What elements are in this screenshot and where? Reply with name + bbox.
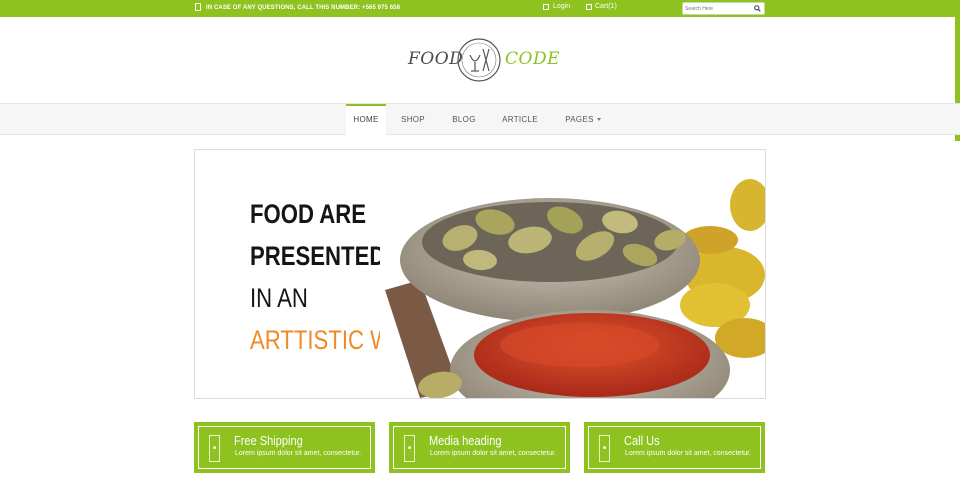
phone-icon: [195, 3, 201, 11]
media-icon: ■: [404, 435, 415, 462]
spices-image: [380, 160, 765, 398]
feature-description: Lorem ipsum dolor sit amet, consectetur.: [625, 450, 752, 457]
top-bar: IN CASE OF ANY QUESTIONS, CALL THIS NUMB…: [0, 0, 960, 17]
feature-description: Lorem ipsum dolor sit amet, consectetur.: [430, 450, 557, 457]
search-input[interactable]: [685, 4, 747, 14]
contact-phone-text: IN CASE OF ANY QUESTIONS, CALL THIS NUMB…: [206, 5, 401, 11]
feature-box-frame: ■ Call Us Lorem ipsum dolor sit amet, co…: [588, 426, 761, 469]
feature-description: Lorem ipsum dolor sit amet, consectetur.: [235, 450, 362, 457]
feature-box-call-us[interactable]: ■ Call Us Lorem ipsum dolor sit amet, co…: [584, 422, 765, 473]
login-link[interactable]: Login: [543, 3, 570, 10]
feature-boxes: ■ Free Shipping Lorem ipsum dolor sit am…: [194, 422, 766, 473]
site-logo[interactable]: FOOD CODE: [408, 37, 560, 83]
feature-title: Media heading: [429, 433, 502, 448]
nav-item-article[interactable]: ARTICLE: [496, 104, 544, 135]
cart-icon: [586, 3, 592, 10]
shipping-icon: ■: [209, 435, 220, 462]
phone-icon: ■: [599, 435, 610, 462]
login-icon: [543, 3, 549, 10]
logo-word-code: CODE: [505, 49, 560, 69]
feature-box-media-heading[interactable]: ■ Media heading Lorem ipsum dolor sit am…: [389, 422, 570, 473]
logo-emblem-icon: [457, 38, 501, 82]
feature-box-free-shipping[interactable]: ■ Free Shipping Lorem ipsum dolor sit am…: [194, 422, 375, 473]
chevron-down-icon: [596, 118, 601, 122]
feature-title: Free Shipping: [234, 433, 303, 448]
nav-item-blog[interactable]: BLOG: [445, 104, 483, 135]
feature-box-frame: ■ Free Shipping Lorem ipsum dolor sit am…: [198, 426, 371, 469]
top-bar-inner: IN CASE OF ANY QUESTIONS, CALL THIS NUMB…: [195, 0, 765, 17]
cart-label: Cart(1): [595, 3, 617, 10]
main-navigation: HOME SHOP BLOG ARTICLE PAGES: [0, 103, 960, 135]
login-label: Login: [553, 3, 571, 10]
feature-title: Call Us: [624, 433, 660, 448]
nav-item-home[interactable]: HOME: [346, 104, 386, 135]
nav-item-pages-label: PAGES: [565, 115, 594, 124]
search-icon[interactable]: [754, 5, 761, 12]
cart-link[interactable]: Cart(1): [586, 3, 617, 10]
nav-item-pages[interactable]: PAGES: [560, 104, 606, 135]
hero-banner: FOOD ARE PRESENTED IN AN ARTTISTIC WAY: [194, 149, 766, 399]
nav-item-shop[interactable]: SHOP: [394, 104, 432, 135]
feature-box-frame: ■ Media heading Lorem ipsum dolor sit am…: [393, 426, 566, 469]
search-box: [682, 2, 765, 15]
